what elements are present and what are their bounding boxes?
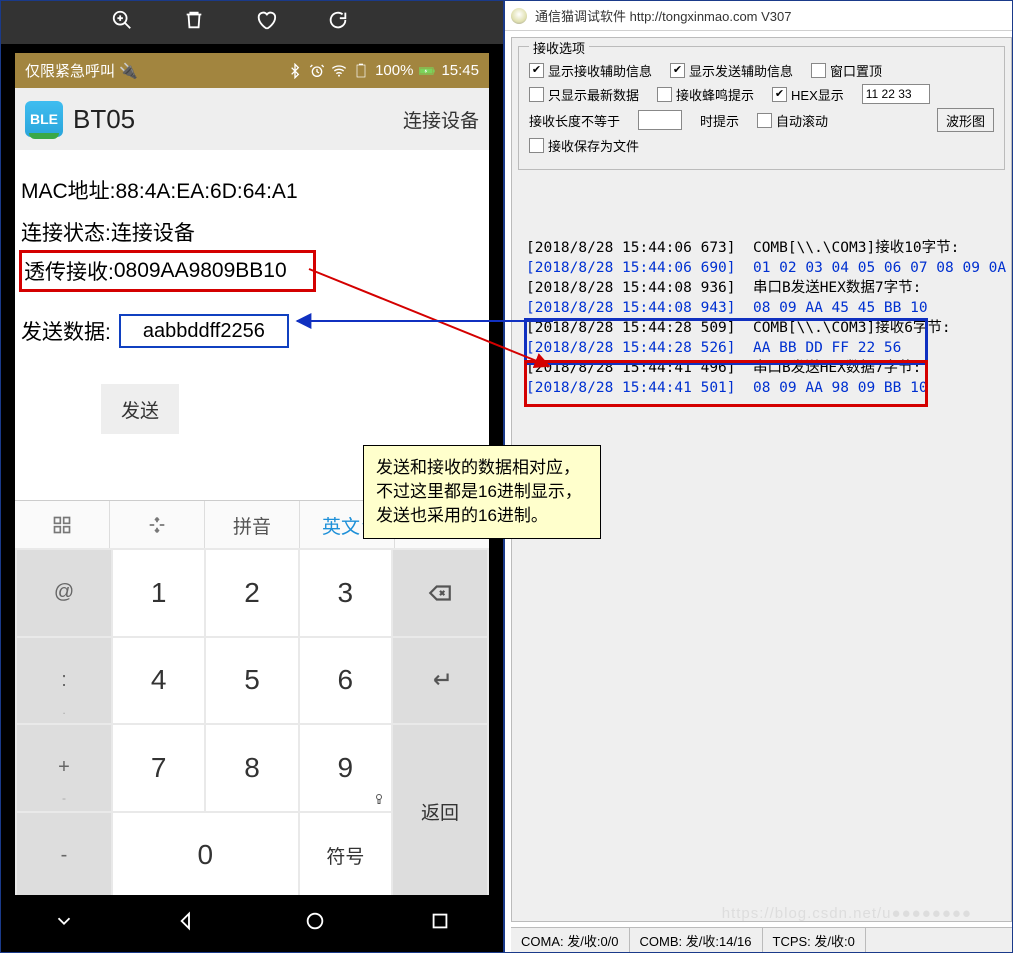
- emulator-toolbar: [1, 1, 503, 44]
- key-return[interactable]: 返回: [393, 725, 487, 898]
- send-label: 发送数据:: [21, 316, 111, 346]
- cb-on-top[interactable]: 窗口置顶: [811, 61, 882, 80]
- key-5[interactable]: 5: [206, 638, 297, 724]
- window-titlebar[interactable]: 通信猫调试软件 http://tongxinmao.com V307: [505, 1, 1012, 31]
- statusbar: COMA: 发/收:0/0 COMB: 发/收:14/16 TCPS: 发/收:…: [511, 927, 1012, 952]
- cb-show-tx-aux[interactable]: ✔显示发送辅助信息: [670, 61, 793, 80]
- trash-icon[interactable]: [183, 9, 205, 36]
- len-input[interactable]: [638, 110, 682, 130]
- key-9[interactable]: 9: [300, 725, 391, 811]
- wifi-icon: [331, 63, 347, 79]
- app-title: BT05: [73, 104, 135, 135]
- nav-home-icon[interactable]: [304, 910, 326, 937]
- log-highlight-receive: [524, 318, 928, 365]
- window-title: 通信猫调试软件 http://tongxinmao.com V307: [535, 6, 791, 25]
- hex-sample-input[interactable]: 11 22 33: [862, 84, 930, 104]
- ime-grid-icon[interactable]: [15, 501, 110, 549]
- group-title: 接收选项: [529, 38, 589, 57]
- send-input[interactable]: aabbddff2256: [119, 314, 289, 348]
- annotation-note: 发送和接收的数据相对应，不过这里都是16进制显示，发送也采用的16进制。: [363, 445, 601, 539]
- nav-chevron-down-icon[interactable]: [53, 910, 75, 937]
- rotate-icon[interactable]: [327, 9, 349, 36]
- receive-options-group: 接收选项 ✔显示接收辅助信息 ✔显示发送辅助信息 窗口置顶 只显示最新数据 接收…: [518, 46, 1005, 170]
- waveform-button[interactable]: 波形图: [937, 108, 994, 132]
- log-line: [2018/8/28 15:44:08 936] 串口B发送HEX数据7字节:: [526, 278, 1003, 298]
- ime-pinyin-tab[interactable]: 拼音: [205, 501, 300, 549]
- app-icon: BLE: [25, 101, 63, 137]
- key-colon[interactable]: :.: [17, 638, 111, 724]
- nav-back-icon[interactable]: [178, 910, 200, 937]
- receive-label: 透传接收:: [24, 256, 114, 286]
- status-left-text: 仅限紧急呼叫 🔌: [25, 60, 138, 81]
- cb-beep[interactable]: 接收蜂鸣提示: [657, 85, 754, 104]
- log-line: [2018/8/28 15:44:06 673] COMB[\\.\COM3]接…: [526, 238, 1003, 258]
- send-button[interactable]: 发送: [101, 384, 179, 434]
- log-line: [2018/8/28 15:44:08 943] 08 09 AA 45 45 …: [526, 298, 1003, 318]
- key-0[interactable]: 0: [113, 813, 298, 899]
- len-label: 接收长度不等于: [529, 111, 620, 130]
- bluetooth-icon: [287, 63, 303, 79]
- log-line: [2018/8/28 15:44:06 690] 01 02 03 04 05 …: [526, 258, 1003, 278]
- android-status-bar: 仅限紧急呼叫 🔌 100% 15:45: [15, 53, 489, 88]
- log-highlight-send: [524, 360, 928, 407]
- cb-hex[interactable]: ✔HEX显示: [772, 85, 844, 104]
- key-enter[interactable]: [393, 638, 487, 724]
- key-1[interactable]: 1: [113, 550, 204, 636]
- key-2[interactable]: 2: [206, 550, 297, 636]
- battery-icon: [353, 63, 369, 79]
- watermark: https://blog.csdn.net/u●●●●●●●●: [722, 905, 972, 922]
- key-minus[interactable]: -: [17, 813, 111, 899]
- charging-icon: [419, 63, 435, 79]
- key-symbol[interactable]: 符号: [300, 813, 391, 899]
- key-backspace[interactable]: [393, 550, 487, 636]
- key-plus[interactable]: +-: [17, 725, 111, 811]
- cb-only-latest[interactable]: 只显示最新数据: [529, 85, 639, 104]
- receive-value: 0809AA9809BB10: [114, 259, 287, 283]
- cb-auto-scroll[interactable]: 自动滚动: [757, 111, 828, 130]
- alarm-icon: [309, 63, 325, 79]
- cb-show-rx-aux[interactable]: ✔显示接收辅助信息: [529, 61, 652, 80]
- key-7[interactable]: 7: [113, 725, 204, 811]
- battery-percent: 100%: [375, 62, 413, 79]
- clock: 15:45: [441, 62, 479, 79]
- status-comb: COMB: 发/收:14/16: [630, 928, 763, 952]
- key-8[interactable]: 8: [206, 725, 297, 811]
- connection-state-text: 连接状态:连接设备: [21, 217, 195, 247]
- heart-icon[interactable]: [255, 9, 277, 36]
- key-3[interactable]: 3: [300, 550, 391, 636]
- key-at[interactable]: @: [17, 550, 111, 636]
- nav-recent-icon[interactable]: [429, 910, 451, 937]
- status-tcps: TCPS: 发/收:0: [763, 928, 866, 952]
- receive-data-box: 透传接收:0809AA9809BB10: [19, 250, 316, 292]
- mac-address-text: MAC地址:88:4A:EA:6D:64:A1: [21, 175, 298, 205]
- app-titlebar-icon: [511, 8, 527, 24]
- key-6[interactable]: 6: [300, 638, 391, 724]
- android-navbar: [1, 895, 503, 952]
- connect-device-button[interactable]: 连接设备: [403, 106, 479, 133]
- zoom-in-icon[interactable]: [111, 9, 133, 36]
- cb-save-file[interactable]: 接收保存为文件: [529, 136, 639, 155]
- app-toolbar: BLE BT05 连接设备: [15, 88, 489, 151]
- numeric-keypad: @ 1 2 3 :. 4 5 6 +- 7 8 9 返回 - 0 符号: [15, 548, 489, 900]
- len-suffix: 时提示: [700, 111, 739, 130]
- status-coma: COMA: 发/收:0/0: [511, 928, 630, 952]
- key-4[interactable]: 4: [113, 638, 204, 724]
- ime-cursor-icon[interactable]: [110, 501, 205, 549]
